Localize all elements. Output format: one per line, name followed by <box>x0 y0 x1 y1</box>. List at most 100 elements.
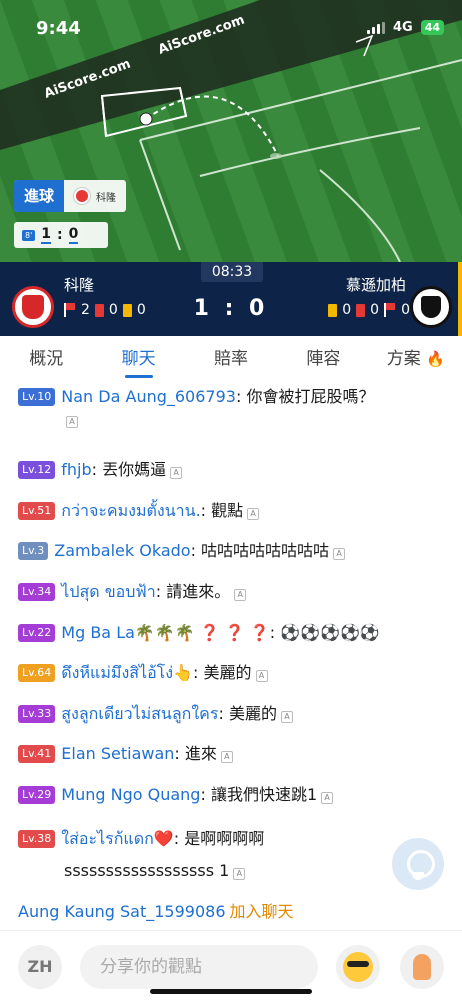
event-team-name: 科隆 <box>96 192 117 204</box>
chat-username[interactable]: สูงลูกเดียวไม่สนลูกใคร <box>61 704 218 723</box>
chat-username[interactable]: ไปสุด ขอบฟ้า <box>61 582 155 601</box>
chat-text: 你會被打屁股嗎？ <box>246 387 375 406</box>
report-icon[interactable]: A <box>247 508 260 520</box>
report-icon[interactable]: A <box>234 589 247 601</box>
level-badge: Lv.64 <box>18 664 56 682</box>
report-icon[interactable]: A <box>321 792 334 804</box>
chat-username[interactable]: ใส่อะไรก้แดก❤️ <box>61 829 173 848</box>
level-badge: Lv.22 <box>18 624 56 642</box>
tab-chat[interactable]: 聊天 <box>92 336 184 382</box>
chat-text: 讓我們快速跳1 <box>210 785 318 804</box>
chat-text: 美麗的 <box>228 704 277 723</box>
fire-icon: 🔥 <box>426 350 445 368</box>
away-team-crest-icon[interactable] <box>410 286 452 328</box>
level-badge: Lv.29 <box>18 786 56 804</box>
away-yellow-cards: 0 <box>342 302 352 318</box>
chat-message: Lv.3 Zambalek Okado: 咕咕咕咕咕咕咕咕 A <box>18 540 452 562</box>
chat-text: 觀點 <box>211 501 244 520</box>
yellow-card-icon <box>328 303 338 317</box>
join-username: Aung Kaung Sat_1599086 <box>18 902 226 921</box>
status-time: 9:44 <box>36 18 81 39</box>
home-indicator <box>150 989 312 994</box>
chat-message: Lv.33 สูงลูกเดียวไม่สนลูกใคร: 美麗的 A <box>18 703 452 725</box>
sunglasses-emoji-icon[interactable] <box>336 945 380 989</box>
level-badge: Lv.41 <box>18 745 56 763</box>
chat-username[interactable]: กว่าจะคมงมตั้งนาน. <box>61 501 200 520</box>
chat-text: 咕咕咕咕咕咕咕咕 <box>201 541 330 560</box>
network-type: 4G <box>392 20 413 35</box>
level-badge: Lv.33 <box>18 705 56 723</box>
away-red-cards: 0 <box>370 302 380 318</box>
mini-scoreboard: 8' 1 : 0 <box>14 222 108 248</box>
chat-username[interactable]: Mung Ngo Quang <box>61 785 200 804</box>
report-icon[interactable]: A <box>255 670 268 682</box>
tab-tips[interactable]: 方案 🔥 <box>370 336 462 382</box>
level-badge: Lv.34 <box>18 583 56 601</box>
status-bar: 9:44 4G 44 <box>0 0 462 56</box>
battery-icon: 44 <box>420 20 444 35</box>
join-action: 加入聊天 <box>229 902 294 921</box>
tab-odds[interactable]: 賠率 <box>185 336 277 382</box>
report-icon[interactable]: A <box>233 868 246 880</box>
level-badge: Lv.51 <box>18 502 56 520</box>
mini-away-score: 0 <box>68 226 79 244</box>
chat-message: Lv.38 ใส่อะไรก้แดก❤️: 是啊啊啊啊 ssssssssssssss… <box>18 823 452 887</box>
chat-message: Lv.29 Mung Ngo Quang: 讓我們快速跳1 A <box>18 784 452 806</box>
away-corners: 0 <box>401 302 410 318</box>
chat-message: Lv.51 กว่าจะคมงมตั้งนาน.: 觀點 A <box>18 500 452 522</box>
level-badge: Lv.3 <box>18 542 49 560</box>
tab-bar: 概況 聊天 賠率 陣容 方案 🔥 <box>0 336 462 382</box>
level-badge: Lv.12 <box>18 461 56 479</box>
scoreboard: 08:33 科隆 2 0 0 1 : 0 慕遜加柏 0 0 0 <box>0 262 462 336</box>
chat-text: 進來 <box>184 744 217 763</box>
chat-text: 美麗的 <box>203 663 252 682</box>
chat-username[interactable]: Nan Da Aung_606793 <box>61 387 236 406</box>
mini-score-separator: : <box>57 227 63 243</box>
mini-home-score: 1 <box>41 226 52 244</box>
goal-event-badge: 進球 科隆 <box>14 180 127 212</box>
tab-overview[interactable]: 概況 <box>0 336 92 382</box>
report-icon[interactable]: A <box>220 751 233 763</box>
match-clock: 08:33 <box>201 262 263 282</box>
chat-message: Lv.34 ไปสุด ขอบฟ้า: 請進來。 A <box>18 581 452 603</box>
team-crest-icon <box>74 188 91 204</box>
chat-input[interactable] <box>80 945 318 989</box>
chat-username[interactable]: fhjb <box>61 460 91 479</box>
chat-text: 丟你媽逼 <box>102 460 167 479</box>
chat-username[interactable]: Mg Ba La🌴🌴🌴 ❓ ❓ ❓ <box>61 623 269 642</box>
report-icon[interactable]: A <box>66 416 78 428</box>
chat-text: 是啊啊啊啊 <box>184 829 265 848</box>
pray-emoji-icon[interactable] <box>400 945 444 989</box>
level-badge: Lv.38 <box>18 830 56 848</box>
chat-message: Lv.22 Mg Ba La🌴🌴🌴 ❓ ❓ ❓: ⚽⚽⚽⚽⚽ <box>18 622 452 644</box>
away-team-stats: 0 0 0 <box>328 302 410 318</box>
event-label: 進球 <box>14 180 65 212</box>
chat-text: 請進來。 <box>166 582 231 601</box>
chat-username[interactable]: Zambalek Okado <box>54 541 190 560</box>
red-card-icon <box>356 303 366 317</box>
join-notice: Aung Kaung Sat_1599086 加入聊天 <box>18 898 294 922</box>
level-badge: Lv.10 <box>18 388 56 406</box>
match-animation: AiScore.com AiScore.com 9:44 4G 44 進球 科隆… <box>0 0 462 262</box>
report-icon[interactable]: A <box>333 548 346 560</box>
chat-username[interactable]: Elan Setiawan <box>61 744 174 763</box>
chat-username[interactable]: ดึงหีแม่มึงสิไอ้โง่👆 <box>61 663 193 682</box>
chat-text-continued: ssssssssssssssssss 1 <box>64 861 230 880</box>
chat-input-bar: ZH <box>0 930 462 1000</box>
floating-ball-icon[interactable] <box>392 838 444 890</box>
signal-icon <box>366 21 385 34</box>
chat-list[interactable]: Lv.10 Nan Da Aung_606793: 你會被打屁股嗎？ A Lv.12… <box>0 382 462 894</box>
chat-message: Lv.64 ดึงหีแม่มึงสิไอ้โง่👆: 美麗的 A <box>18 662 452 684</box>
chat-message: Lv.41 Elan Setiawan: 進來 A <box>18 743 452 765</box>
chat-message: Lv.10 Nan Da Aung_606793: 你會被打屁股嗎？ A <box>18 386 452 430</box>
chat-message: Lv.12 fhjb: 丟你媽逼 A <box>18 459 452 481</box>
chat-text: ⚽⚽⚽⚽⚽ <box>280 623 380 642</box>
report-icon[interactable]: A <box>170 467 183 479</box>
tab-lineup[interactable]: 陣容 <box>277 336 369 382</box>
home-team-name[interactable]: 科隆 <box>64 274 94 295</box>
corner-flag-icon <box>384 303 396 317</box>
language-button[interactable]: ZH <box>18 945 62 989</box>
away-team-name[interactable]: 慕遜加柏 <box>346 274 406 295</box>
match-minute: 8' <box>22 229 36 241</box>
report-icon[interactable]: A <box>280 711 293 723</box>
